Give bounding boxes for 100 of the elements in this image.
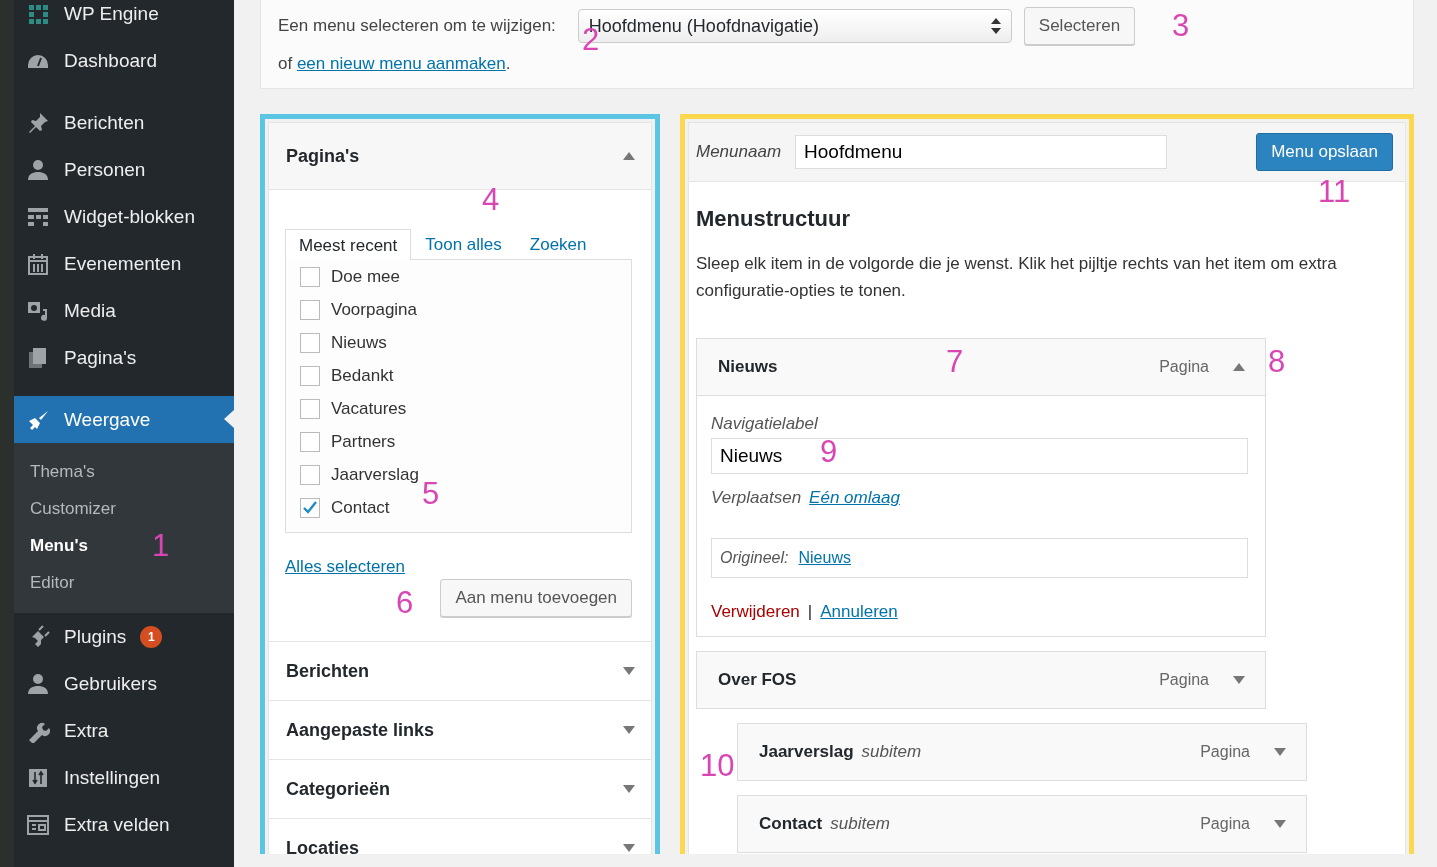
sidebar-item[interactable]: Weergave [14, 396, 234, 443]
menu-item-type: Pagina [1159, 671, 1209, 689]
menu-item-header[interactable]: Jaarverslag subitem Pagina [738, 724, 1306, 780]
expand-arrow-icon[interactable] [1233, 676, 1245, 684]
select-button[interactable]: Selecteren [1023, 7, 1136, 45]
sidebar-label: Media [64, 299, 116, 322]
annotation-number: 6 [396, 587, 414, 618]
menu-name-field[interactable]: Hoofdmenu [795, 135, 1168, 169]
sidebar-item[interactable]: Instellingen [14, 754, 234, 801]
checkbox-label: Contact [331, 497, 390, 518]
menu-item-type: Pagina [1159, 358, 1209, 376]
sidebar-label: Gebruikers [64, 672, 157, 695]
table-icon [26, 812, 50, 837]
select-label: Een menu selecteren om te wijzigen: [278, 16, 556, 36]
original-label: Origineel: [720, 549, 789, 567]
sidebar-item[interactable]: Personen [14, 146, 234, 193]
sidebar-label: Evenementen [64, 252, 182, 275]
move-down-link[interactable]: Eén omlaag [809, 488, 900, 508]
menu-item-title: Contact [759, 814, 823, 834]
annotation-number: 9 [820, 436, 838, 467]
sidebar-label: Extra velden [64, 813, 170, 836]
save-menu-button[interactable]: Menu opslaan [1256, 133, 1393, 171]
sidebar-label: Personen [64, 158, 146, 181]
checkbox-label: Voorpagina [331, 299, 418, 320]
expand-arrow-icon[interactable] [1274, 748, 1286, 756]
sidebar-label: Pagina's [64, 346, 137, 369]
instructions-text: Sleep elk item in de volgorde die je wenst. Klik het pijltje rechts van het item om extra configuratie-opties te tonen. [696, 253, 1338, 302]
tab[interactable]: Meest recent [285, 229, 412, 260]
expand-arrow-icon[interactable] [623, 785, 635, 793]
section-heading: Menustructuur [696, 206, 851, 232]
menu-item-header[interactable]: Over FOS Pagina [697, 652, 1265, 708]
person-icon [26, 157, 50, 182]
checkbox[interactable] [300, 398, 320, 419]
separator: | [807, 602, 813, 622]
create-menu-text: of een nieuw menu aanmaken. [278, 54, 512, 74]
annotation-number: 10 [700, 750, 735, 781]
sidebar-item[interactable]: Widget-blokken [14, 193, 234, 240]
current-pointer-icon [224, 410, 234, 428]
sidebar-item[interactable]: Evenementen [14, 240, 234, 287]
sidebar-item[interactable]: Plugins 1 [14, 613, 234, 660]
sidebar-label: Extra [64, 719, 109, 742]
submenu-item[interactable]: Thema's [14, 453, 101, 490]
sidebar-item[interactable]: Extra [14, 707, 234, 754]
checkbox-label: Vacatures [331, 398, 407, 419]
checkbox[interactable] [300, 497, 320, 518]
updown-icon [990, 18, 1001, 34]
checkbox[interactable] [300, 299, 320, 320]
annotation-number: 1 [152, 530, 170, 561]
checkbox-label: Bedankt [331, 365, 394, 386]
menu-item-type: Pagina [1200, 743, 1250, 761]
collapse-arrow-icon[interactable] [1233, 363, 1245, 371]
menu-item-title: Over FOS [718, 670, 797, 690]
checkbox[interactable] [300, 266, 320, 287]
tab[interactable]: Zoeken [515, 228, 601, 259]
submenu-item[interactable]: Editor [14, 564, 81, 601]
menu-name-label: Menunaam [696, 142, 782, 162]
original-link[interactable]: Nieuws [798, 549, 851, 567]
sidebar-item[interactable]: Berichten [14, 99, 234, 146]
count-badge: 1 [140, 625, 163, 648]
checkbox[interactable] [300, 431, 320, 452]
annotation-number: 3 [1172, 10, 1190, 41]
menu-item-title: Nieuws [718, 357, 778, 377]
sidebar-item[interactable]: WP Engine [14, 0, 234, 37]
sidebar-item[interactable]: Gebruikers [14, 660, 234, 707]
sidebar-label: Weergave [64, 408, 151, 431]
tab[interactable]: Toon alles [411, 228, 516, 259]
menu-item-type: Pagina [1200, 815, 1250, 833]
sidebar-label: Berichten [64, 111, 145, 134]
delete-link[interactable]: Verwijderen [711, 602, 800, 622]
submenu-item[interactable]: Menu's [14, 527, 94, 564]
annotation-number: 8 [1268, 346, 1286, 377]
calendar-icon [26, 251, 50, 276]
checkbox[interactable] [300, 464, 320, 485]
sidebar-label: WP Engine [64, 2, 159, 25]
sidebar-item[interactable]: Dashboard [14, 37, 234, 84]
sidebar-label: Widget-blokken [64, 205, 195, 228]
expand-arrow-icon[interactable] [623, 726, 635, 734]
collapse-arrow-icon[interactable] [623, 152, 635, 160]
sidebar-item[interactable]: Pagina's [14, 334, 234, 381]
sidebar-item[interactable]: Media [14, 287, 234, 334]
checkbox[interactable] [300, 332, 320, 353]
menu-item-subtitle: subitem [830, 814, 890, 834]
annotation-number: 11 [1318, 176, 1351, 207]
expand-arrow-icon[interactable] [623, 844, 635, 852]
checkbox-label: Doe mee [331, 266, 400, 287]
expand-arrow-icon[interactable] [1274, 820, 1286, 828]
menu-item-title: Jaarverslag [759, 742, 854, 762]
checkbox-label: Jaarverslag [331, 464, 419, 485]
checkbox[interactable] [300, 365, 320, 386]
submenu-item[interactable]: Customizer [14, 490, 122, 527]
sidebar-item[interactable]: Extra velden [14, 801, 234, 848]
cancel-link[interactable]: Annuleren [820, 602, 898, 622]
create-menu-link[interactable]: een nieuw menu aanmaken [296, 54, 506, 73]
move-label: Verplaatsen [711, 488, 802, 508]
add-to-menu-button[interactable]: Aan menu toevoegen [440, 579, 632, 617]
annotation-number: 5 [422, 478, 440, 509]
field-label: Navigatielabel [711, 414, 819, 434]
select-all-link[interactable]: Alles selecteren [285, 557, 405, 577]
expand-arrow-icon[interactable] [623, 667, 635, 675]
menu-item-header[interactable]: Contact subitem Pagina [738, 796, 1306, 852]
